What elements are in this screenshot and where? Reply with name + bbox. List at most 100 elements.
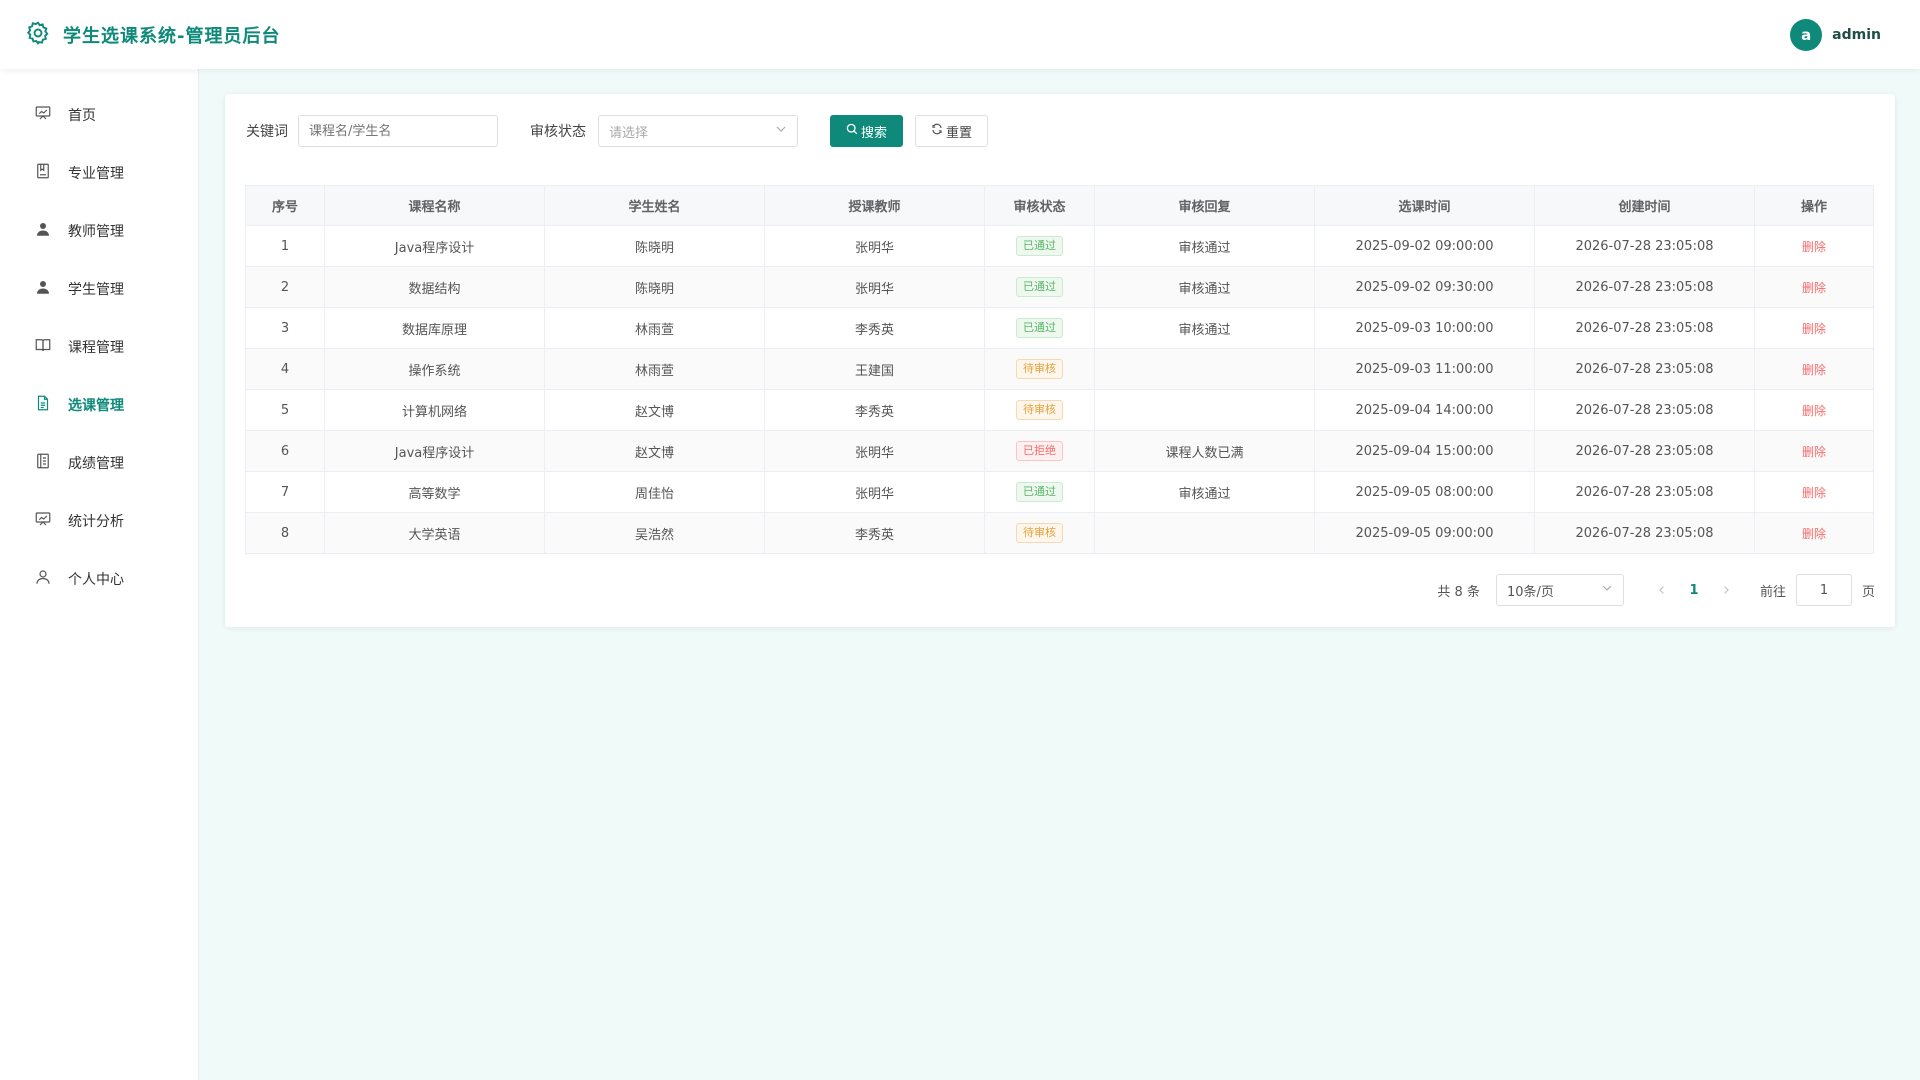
keyword-label: 关键词 [246,124,288,140]
cell-action: 删除 [1754,307,1874,349]
search-icon [846,123,858,139]
delete-button[interactable]: 删除 [1802,240,1826,254]
pagination: 共 8 条 10条/页 1 前往 1 页 [1437,574,1875,606]
search-button[interactable]: 搜索 [830,115,903,147]
cell-status: 已通过 [984,307,1095,349]
cell-action: 删除 [1754,471,1874,513]
cell-reply: 审核通过 [1094,225,1315,267]
sidebar: 首页 专业管理 教师管理 学生管理 课程管理 选课管理 成绩管理 统计分析 个人… [0,69,199,1080]
cell-status: 已通过 [984,266,1095,308]
column-header: 选课时间 [1314,185,1535,226]
cell-select-time: 2025-09-03 10:00:00 [1314,307,1535,349]
avatar[interactable]: a [1790,18,1823,51]
sidebar-item-label: 课程管理 [68,340,124,356]
status-badge: 已通过 [1016,318,1063,338]
sidebar-item-profile[interactable]: 个人中心 [0,550,198,608]
cell-reply [1094,512,1315,554]
table-row: 4 操作系统 林雨萱 王建国 待审核 2025-09-03 11:00:00 2… [245,348,1874,390]
sidebar-item-majors[interactable]: 专业管理 [0,144,198,202]
prev-page-button[interactable] [1648,585,1676,595]
status-badge: 已通过 [1016,277,1063,297]
cell-no: 1 [245,225,325,267]
status-badge: 已拒绝 [1016,441,1063,461]
cell-teacher: 张明华 [764,430,985,472]
cell-created: 2026-07-28 23:05:08 [1534,307,1755,349]
cell-no: 6 [245,430,325,472]
sidebar-item-grades[interactable]: 成绩管理 [0,434,198,492]
sidebar-item-enrollment[interactable]: 选课管理 [0,376,198,434]
cell-student: 赵文博 [544,430,765,472]
table-row: 3 数据库原理 林雨萱 李秀英 已通过 审核通过 2025-09-03 10:0… [245,307,1874,349]
sidebar-item-label: 成绩管理 [68,456,124,472]
filter-bar: 关键词 审核状态 请选择 搜索 重置 [246,115,988,147]
delete-button[interactable]: 删除 [1802,445,1826,459]
page-suffix: 页 [1861,584,1875,600]
reset-button-label: 重置 [945,125,972,141]
cell-select-time: 2025-09-05 09:00:00 [1314,512,1535,554]
user-solid-icon [34,220,52,242]
table-row: 7 高等数学 周佳怡 张明华 已通过 审核通过 2025-09-05 08:00… [245,471,1874,513]
cell-created: 2026-07-28 23:05:08 [1534,430,1755,472]
sidebar-item-label: 首页 [68,108,96,124]
brand: 学生选课系统-管理员后台 [25,20,280,50]
delete-button[interactable]: 删除 [1802,527,1826,541]
chart-icon [34,510,52,532]
delete-button[interactable]: 删除 [1802,281,1826,295]
cell-select-time: 2025-09-03 11:00:00 [1314,348,1535,390]
cell-no: 2 [245,266,325,308]
delete-button[interactable]: 删除 [1802,404,1826,418]
sidebar-item-courses[interactable]: 课程管理 [0,318,198,376]
reset-button[interactable]: 重置 [915,115,988,147]
gear-icon [25,20,51,50]
page-size-select[interactable]: 10条/页 [1495,574,1624,606]
user-menu[interactable]: a admin [1790,18,1881,51]
table-row: 6 Java程序设计 赵文博 张明华 已拒绝 课程人数已满 2025-09-04… [245,430,1874,472]
delete-button[interactable]: 删除 [1802,486,1826,500]
table-row: 8 大学英语 吴浩然 李秀英 待审核 2025-09-05 09:00:00 2… [245,512,1874,554]
cell-student: 吴浩然 [544,512,765,554]
sidebar-menu: 首页 专业管理 教师管理 学生管理 课程管理 选课管理 成绩管理 统计分析 个人… [0,69,198,608]
page-number-current[interactable]: 1 [1676,583,1712,598]
sidebar-item-statistics[interactable]: 统计分析 [0,492,198,550]
cell-teacher: 李秀英 [764,307,985,349]
goto-label: 前往 [1759,584,1786,600]
next-page-button[interactable] [1712,585,1740,595]
cell-status: 已通过 [984,225,1095,267]
notebook-icon [34,452,52,474]
keyword-input[interactable] [298,115,498,147]
chevron-down-icon [1601,582,1613,598]
status-select[interactable]: 请选择 [598,115,798,147]
user-solid-icon [34,278,52,300]
cell-teacher: 李秀英 [764,512,985,554]
book-icon [34,162,52,184]
column-header: 序号 [245,185,325,226]
cell-action: 删除 [1754,348,1874,390]
sidebar-item-home[interactable]: 首页 [0,86,198,144]
cell-action: 删除 [1754,266,1874,308]
cell-no: 8 [245,512,325,554]
cell-no: 3 [245,307,325,349]
cell-course: 数据库原理 [324,307,545,349]
status-badge: 待审核 [1016,400,1063,420]
dashboard-icon [34,104,52,126]
chevron-left-icon [1659,586,1664,594]
username[interactable]: admin [1832,27,1881,43]
status-select-placeholder: 请选择 [609,125,649,141]
status-badge: 已通过 [1016,236,1063,256]
cell-reply: 审核通过 [1094,266,1315,308]
chevron-right-icon [1724,586,1729,594]
cell-select-time: 2025-09-02 09:00:00 [1314,225,1535,267]
cell-select-time: 2025-09-05 08:00:00 [1314,471,1535,513]
goto-page-input[interactable]: 1 [1795,574,1852,606]
delete-button[interactable]: 删除 [1802,322,1826,336]
cell-no: 5 [245,389,325,431]
sidebar-item-students[interactable]: 学生管理 [0,260,198,318]
column-header: 授课教师 [764,185,985,226]
sidebar-item-teachers[interactable]: 教师管理 [0,202,198,260]
cell-no: 7 [245,471,325,513]
delete-button[interactable]: 删除 [1802,363,1826,377]
sidebar-item-label: 学生管理 [68,282,124,298]
cell-teacher: 张明华 [764,225,985,267]
cell-course: Java程序设计 [324,225,545,267]
table-row: 5 计算机网络 赵文博 李秀英 待审核 2025-09-04 14:00:00 … [245,389,1874,431]
